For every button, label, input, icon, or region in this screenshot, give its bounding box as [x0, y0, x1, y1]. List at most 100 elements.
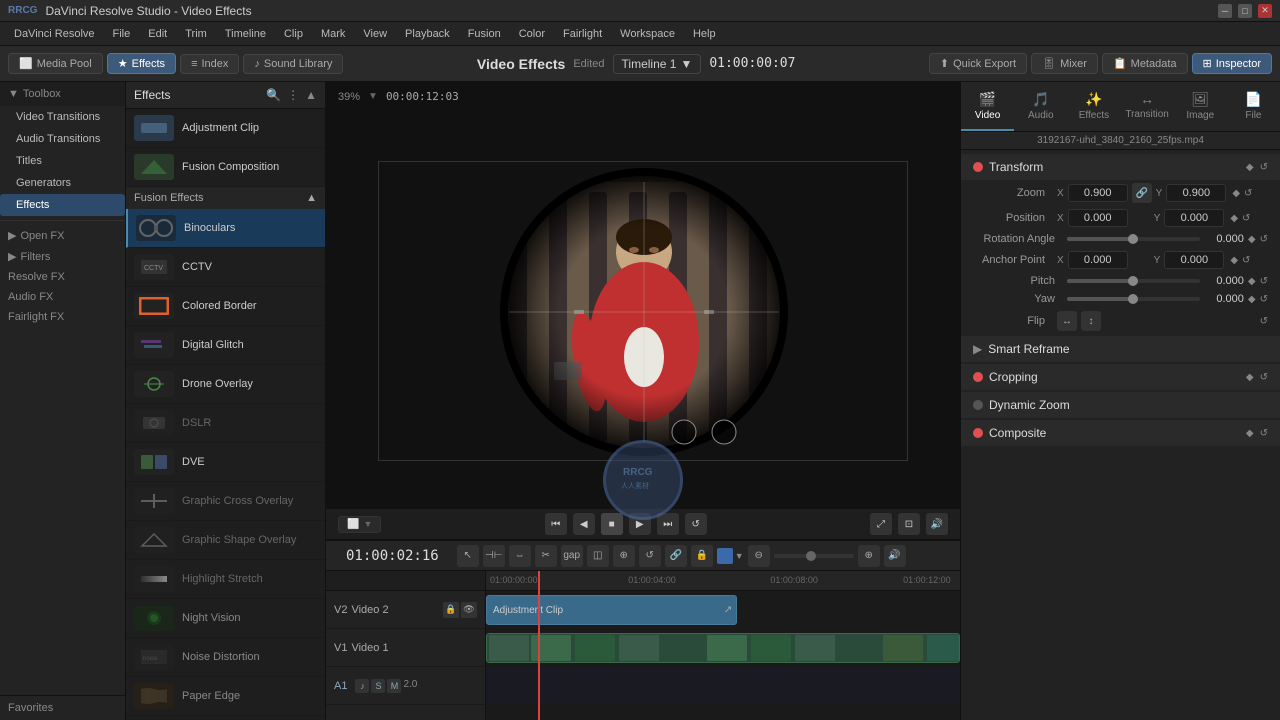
fusion-effects-collapse-icon[interactable]: ▲ [306, 192, 317, 204]
effects-close-icon[interactable]: ▲ [305, 88, 317, 102]
yaw-slider[interactable] [1067, 297, 1200, 301]
effect-item-binoculars[interactable]: Binoculars [126, 209, 325, 248]
tl-lock-btn[interactable]: 🔒 [691, 545, 713, 567]
composite-keyframe-icon[interactable]: ◆ [1246, 428, 1254, 439]
tl-color-dropdown-icon[interactable]: ▼ [735, 551, 744, 561]
adjustment-clip[interactable]: Adjustment Clip ↗ [486, 595, 737, 625]
transform-keyframe-icon[interactable]: ◆ [1246, 162, 1254, 173]
zoom-reset-icon[interactable]: ↺ [1244, 188, 1252, 199]
effect-item-graphic-shape-overlay[interactable]: Graphic Shape Overlay [126, 521, 325, 560]
zoom-x-value[interactable]: 0.900 [1068, 184, 1128, 202]
tl-ripple-tool[interactable]: ◫ [587, 545, 609, 567]
quick-export-button[interactable]: ⬆ Quick Export [929, 53, 1027, 74]
position-keyframe-icon[interactable]: ◆ [1230, 213, 1238, 224]
tl-volume[interactable]: 🔊 [884, 545, 906, 567]
yaw-reset-icon[interactable]: ↺ [1260, 294, 1268, 305]
tl-dynamic-trim[interactable]: ⇔ [509, 545, 531, 567]
tl-insert-btn[interactable]: ⊕ [613, 545, 635, 567]
maximize-button[interactable]: □ [1238, 4, 1252, 18]
sidebar-item-video-transitions[interactable]: Video Transitions [0, 106, 125, 128]
zoom-y-value[interactable]: 0.900 [1166, 184, 1226, 202]
effects-menu-icon[interactable]: ⋮ [287, 88, 299, 102]
sound-library-button[interactable]: ♪ Sound Library [243, 54, 343, 74]
anchor-x-value[interactable]: 0.000 [1068, 251, 1128, 269]
effect-item-night-vision[interactable]: Night Vision [126, 599, 325, 638]
prev-frame-button[interactable]: ◀ [573, 513, 595, 535]
sidebar-section-filters[interactable]: ▶ Filters [0, 246, 125, 267]
rotation-keyframe-icon[interactable]: ◆ [1248, 234, 1256, 245]
anchor-reset-icon[interactable]: ↺ [1242, 255, 1250, 266]
mixer-button[interactable]: 🎚 Mixer [1031, 53, 1098, 74]
menu-edit[interactable]: Edit [140, 26, 175, 42]
anchor-y-value[interactable]: 0.000 [1164, 251, 1224, 269]
a1-s-btn[interactable]: S [371, 679, 385, 693]
effect-item-drone-overlay[interactable]: Drone Overlay [126, 365, 325, 404]
tl-link-btn[interactable]: 🔗 [665, 545, 687, 567]
metadata-button[interactable]: 📋 Metadata [1102, 53, 1188, 74]
inspector-tab-video[interactable]: 🎬 Video [961, 82, 1014, 131]
menu-color[interactable]: Color [511, 26, 553, 42]
index-button[interactable]: ≡ Index [180, 54, 239, 74]
volume-button[interactable]: 🔊 [926, 513, 948, 535]
effect-item-noise-distortion[interactable]: noise Noise Distortion [126, 638, 325, 677]
menu-trim[interactable]: Trim [177, 26, 215, 42]
dynamic-zoom-header[interactable]: Dynamic Zoom [961, 392, 1280, 418]
zoom-keyframe-icon[interactable]: ◆ [1232, 188, 1240, 199]
sidebar-section-fairlight-fx[interactable]: Fairlight FX [0, 307, 125, 327]
full-screen-button[interactable]: ⤢ [870, 513, 892, 535]
effect-item-repeat[interactable]: Repeat [126, 716, 325, 720]
v2-lock-icon[interactable]: 🔒 [443, 602, 459, 618]
effect-item-fusion-composition[interactable]: Fusion Composition [126, 148, 325, 187]
tl-select-tool[interactable]: ↖ [457, 545, 479, 567]
sidebar-item-titles[interactable]: Titles [0, 150, 125, 172]
inspector-tab-file[interactable]: 📄 File [1227, 82, 1280, 131]
menu-playback[interactable]: Playback [397, 26, 458, 42]
position-x-value[interactable]: 0.000 [1068, 209, 1128, 227]
menu-timeline[interactable]: Timeline [217, 26, 274, 42]
tl-zoom-out[interactable]: ⊖ [748, 545, 770, 567]
a1-speaker-icon[interactable]: ♪ [355, 679, 369, 693]
effect-item-highlight-stretch[interactable]: Highlight Stretch [126, 560, 325, 599]
sidebar-item-generators[interactable]: Generators [0, 172, 125, 194]
cropping-header[interactable]: Cropping ◆ ↺ [961, 364, 1280, 390]
pitch-slider[interactable] [1067, 279, 1200, 283]
pitch-keyframe-icon[interactable]: ◆ [1248, 276, 1256, 287]
composite-reset-icon[interactable]: ↺ [1260, 428, 1268, 439]
menu-file[interactable]: File [105, 26, 139, 42]
rotation-slider[interactable] [1067, 237, 1200, 241]
menu-fusion[interactable]: Fusion [460, 26, 509, 42]
menu-view[interactable]: View [355, 26, 395, 42]
aspect-ratio-selector[interactable]: ⬜ ▼ [338, 516, 381, 533]
tl-color-btn[interactable] [717, 548, 733, 564]
tl-zoom-in[interactable]: ⊕ [858, 545, 880, 567]
sidebar-item-effects[interactable]: Effects [0, 194, 125, 216]
inspector-tab-effects[interactable]: ✨ Effects [1067, 82, 1120, 131]
effect-item-paper-edge[interactable]: Paper Edge [126, 677, 325, 716]
inspector-tab-image[interactable]: 🖼 Image [1174, 82, 1227, 131]
skip-to-start-button[interactable]: ⏮ [545, 513, 567, 535]
sidebar-item-audio-transitions[interactable]: Audio Transitions [0, 128, 125, 150]
effect-item-colored-border[interactable]: Colored Border [126, 287, 325, 326]
tl-trim-tool[interactable]: ⊣⊢ [483, 545, 505, 567]
v2-eye-icon[interactable]: 👁 [461, 602, 477, 618]
tl-blade-tool[interactable]: ✂ [535, 545, 557, 567]
menu-clip[interactable]: Clip [276, 26, 311, 42]
cropping-reset-icon[interactable]: ↺ [1260, 372, 1268, 383]
effect-item-dslr[interactable]: DSLR [126, 404, 325, 443]
timeline-selector[interactable]: Timeline 1 ▼ [613, 54, 702, 74]
effect-item-adjustment-clip[interactable]: Adjustment Clip [126, 109, 325, 148]
menu-mark[interactable]: Mark [313, 26, 353, 42]
search-icon[interactable]: 🔍 [266, 88, 281, 102]
a1-m-btn[interactable]: M [387, 679, 401, 693]
sidebar-section-audio-fx[interactable]: Audio FX [0, 287, 125, 307]
menu-workspace[interactable]: Workspace [612, 26, 683, 42]
media-pool-button[interactable]: ⬜ Media Pool [8, 53, 103, 74]
effect-item-graphic-cross-overlay[interactable]: Graphic Cross Overlay [126, 482, 325, 521]
inspector-tab-transition[interactable]: ↔ Transition [1121, 82, 1174, 131]
menu-fairlight[interactable]: Fairlight [555, 26, 610, 42]
tl-loop-btn[interactable]: ↺ [639, 545, 661, 567]
effect-item-digital-glitch[interactable]: Digital Glitch [126, 326, 325, 365]
close-button[interactable]: ✕ [1258, 4, 1272, 18]
position-y-value[interactable]: 0.000 [1164, 209, 1224, 227]
effects-button[interactable]: ★ Effects [107, 53, 176, 74]
